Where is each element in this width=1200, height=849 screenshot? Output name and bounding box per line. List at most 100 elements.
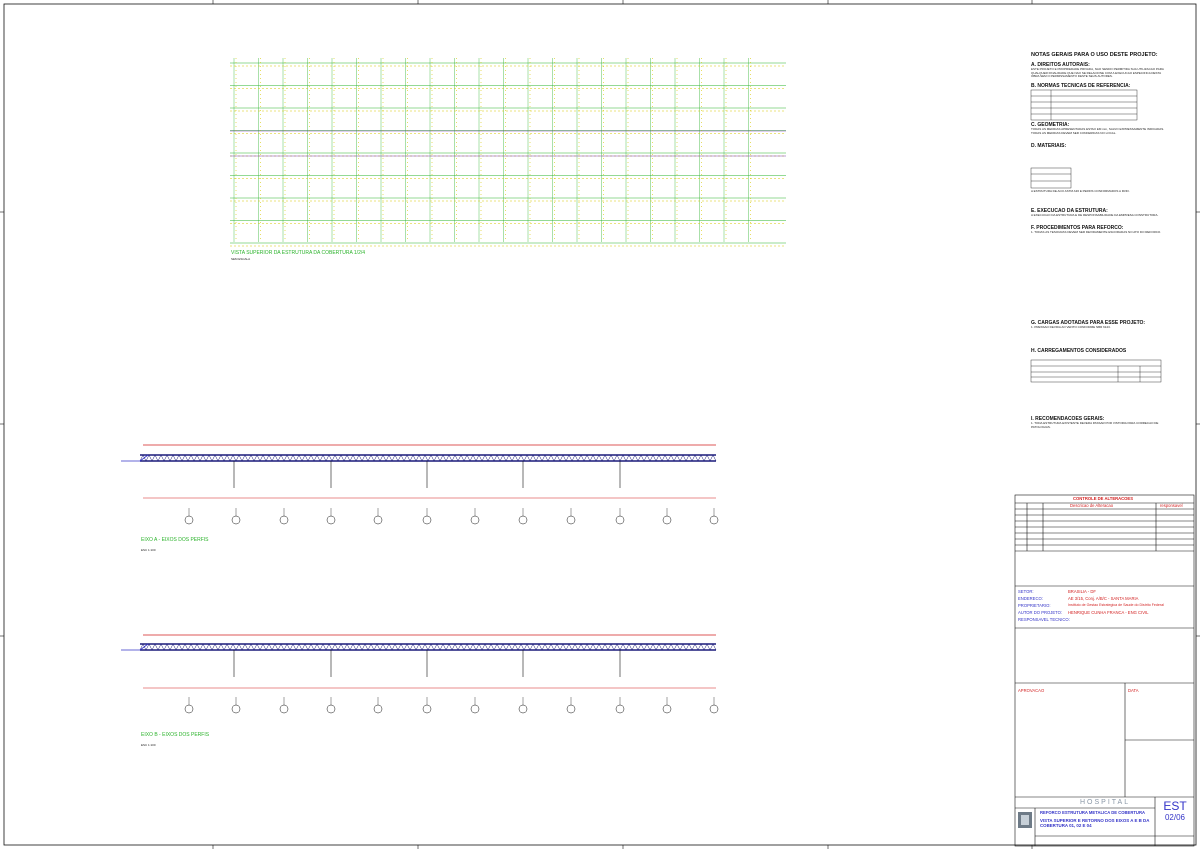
- drawing-line: [628, 454, 633, 462]
- revision-desc-header: Descricao de Alteracao: [1070, 503, 1114, 508]
- drawing-line: [160, 454, 165, 462]
- drawing-line: [610, 643, 615, 651]
- top-view-title: VISTA SUPERIOR DA ESTRUTURA DA COBERTURA…: [231, 250, 366, 256]
- drawing-line: [322, 454, 327, 462]
- drawing-line: [370, 454, 375, 462]
- drawing-line: [187, 454, 192, 462]
- title-block-frame: [1014, 494, 1195, 847]
- axis-bubble: [279, 515, 289, 525]
- drawing-line: [448, 643, 453, 651]
- drawing-line: [592, 454, 597, 462]
- drawing-line: [613, 643, 618, 651]
- drawing-line: [637, 643, 642, 651]
- drawing-line: [457, 643, 462, 651]
- drawing-line: [574, 454, 579, 462]
- drawing-line: [601, 454, 606, 462]
- autor-value: HENRIQUE CUNHA FRANCA - ENG CIVIL: [1068, 610, 1149, 615]
- drawing-line: [199, 643, 204, 651]
- drawing-line: [169, 643, 174, 651]
- drawing-line: [397, 643, 402, 651]
- notes-section-a-body: ESTE PROJETO E PROPRIEDADE PRIVADA, NAO …: [1031, 67, 1164, 79]
- drawing-line: [631, 643, 636, 651]
- drawing-line: [178, 454, 183, 462]
- drawing-line: [163, 643, 168, 651]
- drawing-line: [466, 643, 471, 651]
- drawing-line: [337, 643, 342, 651]
- drawing-line: [358, 643, 363, 651]
- drawing-line: [682, 454, 687, 462]
- drawing-line: [304, 454, 309, 462]
- drawing-line: [382, 643, 387, 651]
- drawing-line: [601, 643, 606, 651]
- drawing-line: [583, 643, 588, 651]
- drawing-line: [502, 643, 507, 651]
- drawing-line: [391, 454, 396, 462]
- drawing-line: [565, 454, 570, 462]
- drawing-line: [619, 643, 624, 651]
- drawing-line: [634, 643, 639, 651]
- drawing-line: [352, 454, 357, 462]
- drawing-line: [214, 643, 219, 651]
- drawing-line: [664, 643, 669, 651]
- drawing-line: [613, 454, 618, 462]
- drawing-line: [295, 454, 300, 462]
- drawing-line: [400, 643, 405, 651]
- drawing-line: [250, 454, 255, 462]
- drawing-line: [427, 643, 432, 651]
- drawing-line: [643, 643, 648, 651]
- drawing-line: [646, 643, 651, 651]
- drawing-line: [562, 643, 567, 651]
- notes-section-g-body: 1. PRESSAO DEVIDA AO VENTO CONFORME NBR …: [1031, 325, 1111, 329]
- axis-bubble: [184, 704, 194, 714]
- drawing-line: [685, 454, 690, 462]
- notes-section-b: B. NORMAS TECNICAS DE REFERENCIA:: [1031, 82, 1131, 89]
- drawing-line: [583, 454, 588, 462]
- drawing-line: [553, 643, 558, 651]
- drawing-line: [313, 643, 318, 651]
- drawing-line: [310, 454, 315, 462]
- notes-section-i-body: 1. TODA ESTRUTURA EXISTENTE DEVERA PASSA…: [1031, 421, 1159, 429]
- drawing-line: [415, 454, 420, 462]
- drawing-line: [649, 454, 654, 462]
- drawing-line: [259, 454, 264, 462]
- drawing-line: [565, 643, 570, 651]
- drawing-line: [616, 454, 621, 462]
- axis-bubble: [518, 515, 528, 525]
- drawing-line: [172, 454, 177, 462]
- drawing-line: [307, 454, 312, 462]
- drawing-line: [334, 643, 339, 651]
- drawing-line: [643, 454, 648, 462]
- drawing-line: [340, 454, 345, 462]
- drawing-line: [403, 643, 408, 651]
- drawing-line: [148, 643, 153, 651]
- drawing-line: [529, 454, 534, 462]
- drawing-line: [274, 643, 279, 651]
- company-logo: [1018, 812, 1032, 828]
- drawing-line: [517, 643, 522, 651]
- drawing-line: [598, 643, 603, 651]
- drawing-line: [379, 643, 384, 651]
- drawing-line: [301, 643, 306, 651]
- drawing-line: [559, 454, 564, 462]
- drawing-line: [679, 454, 684, 462]
- setor-label: SETOR:: [1018, 589, 1034, 594]
- axis-bubble: [373, 515, 383, 525]
- general-notes: NOTAS GERAIS PARA O USO DESTE PROJETO: A…: [1031, 52, 1166, 89]
- drawing-line: [208, 643, 213, 651]
- drawing-line: [589, 643, 594, 651]
- drawing-line: [262, 454, 267, 462]
- drawing-line: [706, 454, 711, 462]
- drawing-line: [442, 454, 447, 462]
- drawing-line: [451, 454, 456, 462]
- drawing-line: [607, 643, 612, 651]
- drawing-line: [214, 454, 219, 462]
- drawing-line: [442, 643, 447, 651]
- drawing-line: [283, 454, 288, 462]
- eixo-a-elevation: [121, 444, 719, 525]
- drawing-line: [526, 643, 531, 651]
- drawing-line: [625, 454, 630, 462]
- drawing-line: [544, 643, 549, 651]
- drawing-line: [196, 454, 201, 462]
- drawing-line: [229, 454, 234, 462]
- drawing-line: [202, 643, 207, 651]
